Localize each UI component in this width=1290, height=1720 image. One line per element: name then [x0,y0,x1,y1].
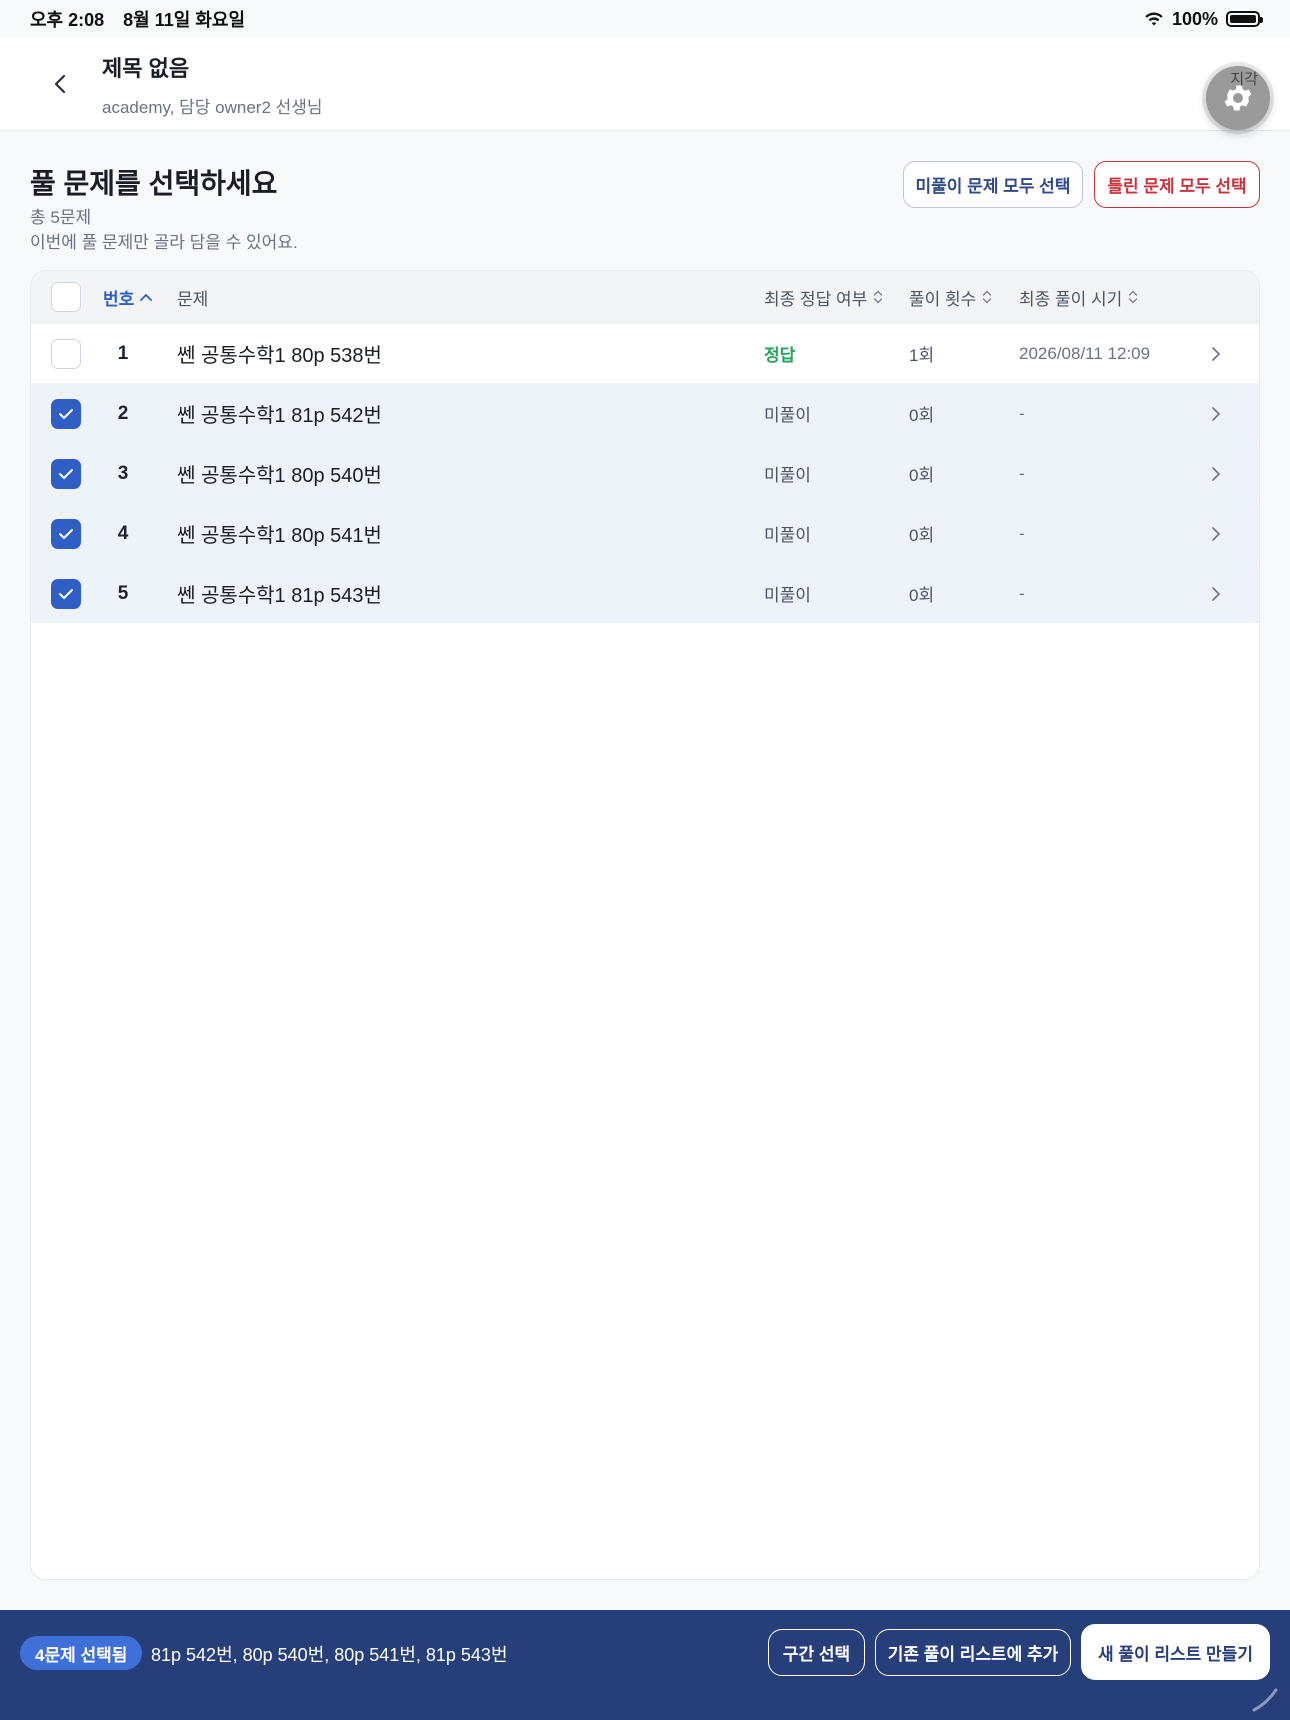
settings-label: 지각 [1230,71,1258,88]
row-count: 0회 [909,406,935,425]
row-status: 미풀이 [764,466,811,485]
status-date: 8월 11일 화요일 [123,10,246,30]
back-button[interactable] [40,64,80,104]
row-problem: 쎈 공통수학1 80p 540번 [177,465,382,487]
row-problem: 쎈 공통수학1 81p 542번 [177,405,382,427]
chevron-right-icon [1212,346,1221,361]
page-header: 제목 없음 academy, 담당 owner2 선생님 지각 [0,38,1290,131]
chevron-right-icon [1212,466,1221,481]
settings-button[interactable]: 지각 [1206,66,1270,130]
status-time: 오후 2:08 [30,10,105,30]
row-problem: 쎈 공통수학1 80p 538번 [177,345,382,367]
row-checkbox[interactable] [51,578,81,609]
row-date: - [1019,403,1025,423]
column-count-label: 풀이 횟수 [909,289,977,309]
column-date-label: 최종 풀이 시기 [1019,289,1123,309]
battery-percent: 100% [1171,8,1218,29]
chevron-right-icon [1212,406,1221,421]
chevron-right-icon [1212,586,1221,601]
check-icon [59,468,73,479]
row-problem: 쎈 공통수학1 81p 543번 [177,585,382,607]
check-icon [59,588,73,599]
column-status-label: 최종 정답 여부 [764,289,868,309]
row-checkbox[interactable] [51,338,81,369]
sort-icon [874,290,883,304]
wifi-icon [1145,12,1163,26]
sort-icon [983,290,992,304]
row-count: 0회 [909,586,935,605]
row-number: 4 [117,522,129,544]
table-row[interactable]: 2 쎈 공통수학1 81p 542번 미풀이 0회 - [31,383,1259,443]
row-number: 1 [117,342,129,364]
table-row[interactable]: 5 쎈 공통수학1 81p 543번 미풀이 0회 - [31,563,1259,623]
row-number: 3 [117,462,129,484]
page-title: 제목 없음 [102,55,190,81]
selected-count-badge: 4문제 선택됨 [20,1636,143,1670]
status-bar: 오후 2:08 8월 11일 화요일 100% [0,0,1290,38]
row-checkbox[interactable] [51,518,81,549]
problem-table: 번호 문제 최종 정답 여부 풀이 횟수 최종 풀이 시기 1 쎈 공통수학1 … [30,270,1260,1580]
column-problem-label: 문제 [177,289,209,309]
select-all-checkbox[interactable] [51,282,81,312]
row-number: 5 [117,582,129,604]
chevron-right-icon [1212,526,1221,541]
problem-total: 총 5문제 [30,208,92,227]
table-row[interactable]: 3 쎈 공통수학1 80p 540번 미풀이 0회 - [31,443,1259,503]
column-date[interactable]: 최종 풀이 시기 [1019,271,1138,323]
select-wrong-button[interactable]: 틀린 문제 모두 선택 [1094,161,1260,208]
row-checkbox[interactable] [51,458,81,489]
row-date: - [1019,523,1025,543]
row-status: 미풀이 [764,586,811,605]
check-icon [59,528,73,539]
range-select-button[interactable]: 구간 선택 [768,1629,865,1676]
row-number: 2 [117,402,129,424]
section-title: 풀 문제를 선택하세요 [30,168,278,199]
row-date: - [1019,583,1025,603]
row-status: 미풀이 [764,406,811,425]
row-problem: 쎈 공통수학1 80p 541번 [177,525,382,547]
column-number[interactable]: 번호 [103,271,153,323]
page-subtitle: academy, 담당 owner2 선생님 [102,97,323,117]
section-description: 이번에 풀 문제만 골라 담을 수 있어요. [30,233,298,252]
pencil-hover-icon [1252,1688,1278,1712]
row-status: 정답 [764,346,796,365]
table-header: 번호 문제 최종 정답 여부 풀이 횟수 최종 풀이 시기 [31,271,1259,323]
selected-problems-list: 81p 542번, 80p 540번, 80p 541번, 81p 543번 [151,1645,508,1665]
column-count[interactable]: 풀이 횟수 [909,271,992,323]
chevron-left-icon [54,74,66,94]
check-icon [59,408,73,419]
row-count: 0회 [909,526,935,545]
sort-ascending-icon [140,293,153,301]
select-unsolved-button[interactable]: 미풀이 문제 모두 선택 [903,161,1083,208]
row-count: 1회 [909,346,935,365]
table-row[interactable]: 1 쎈 공통수학1 80p 538번 정답 1회 2026/08/11 12:0… [31,323,1259,383]
table-row[interactable]: 4 쎈 공통수학1 80p 541번 미풀이 0회 - [31,503,1259,563]
add-to-existing-list-button[interactable]: 기존 풀이 리스트에 추가 [875,1629,1071,1676]
battery-icon [1226,11,1263,27]
column-problem: 문제 [177,271,208,323]
row-checkbox[interactable] [51,398,81,429]
create-new-list-button[interactable]: 새 풀이 리스트 만들기 [1081,1624,1270,1680]
row-status: 미풀이 [764,526,811,545]
row-date: - [1019,463,1025,483]
column-number-label: 번호 [103,289,135,309]
column-status[interactable]: 최종 정답 여부 [764,271,883,323]
row-count: 0회 [909,466,935,485]
row-date: 2026/08/11 12:09 [1019,343,1151,363]
sort-icon [1129,290,1138,304]
